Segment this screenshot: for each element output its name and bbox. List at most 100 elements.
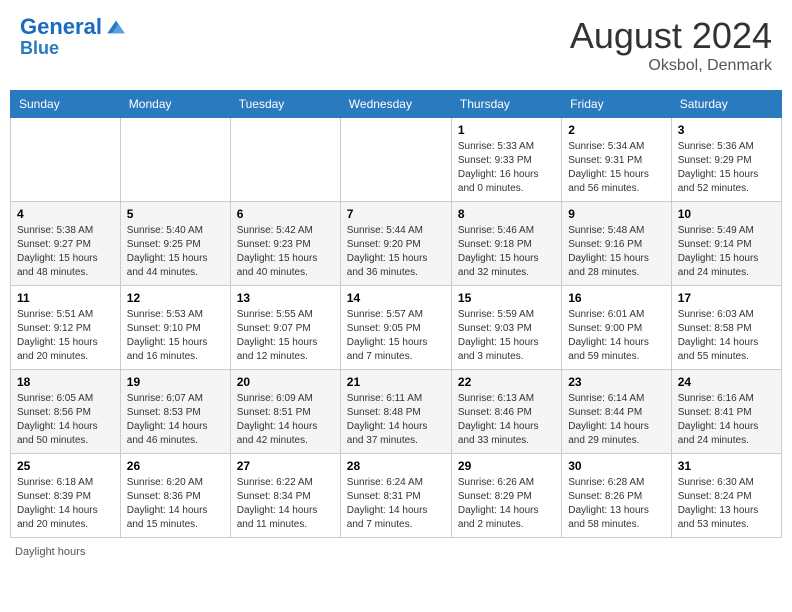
calendar-week-row: 1 Sunrise: 5:33 AMSunset: 9:33 PMDaylight… <box>11 118 782 202</box>
day-number: 8 <box>458 207 555 221</box>
calendar-day-cell: 15Sunrise: 5:59 AMSunset: 9:03 PMDayligh… <box>451 286 561 370</box>
day-info: Sunrise: 6:11 AMSunset: 8:48 PMDaylight:… <box>347 392 445 448</box>
day-info: Sunrise: 5:48 AMSunset: 9:16 PMDaylight:… <box>568 224 664 280</box>
day-info: Sunrise: 5:38 AMSunset: 9:27 PMDaylight:… <box>17 224 114 280</box>
day-number: 21 <box>347 375 445 389</box>
day-number: 3 <box>678 123 775 137</box>
calendar-day-cell: 25 Sunrise: 6:18 AMSunset: 8:39 PMDayligh… <box>11 454 121 538</box>
calendar-day-cell: 30 Sunrise: 6:28 AMSunset: 8:26 PMDayligh… <box>562 454 671 538</box>
day-info: Sunrise: 5:51 AMSunset: 9:12 PMDaylight:… <box>17 308 114 364</box>
day-info: Sunrise: 6:13 AMSunset: 8:46 PMDaylight:… <box>458 392 555 448</box>
day-info: Sunrise: 5:57 AMSunset: 9:05 PMDaylight:… <box>347 308 445 364</box>
calendar-day-header: Thursday <box>451 91 561 118</box>
calendar-day-cell: 1 Sunrise: 5:33 AMSunset: 9:33 PMDaylight… <box>451 118 561 202</box>
day-number: 28 <box>347 459 445 473</box>
calendar-day-cell: 26Sunrise: 6:20 AMSunset: 8:36 PMDayligh… <box>120 454 230 538</box>
calendar-day-cell: 29 Sunrise: 6:26 AMSunset: 8:29 PMDayligh… <box>451 454 561 538</box>
day-info: Sunrise: 5:42 AMSunset: 9:23 PMDaylight:… <box>237 224 334 280</box>
day-number: 24 <box>678 375 775 389</box>
calendar-day-header: Monday <box>120 91 230 118</box>
calendar-day-cell: 24 Sunrise: 6:16 AMSunset: 8:41 PMDayligh… <box>671 370 781 454</box>
calendar-day-header: Saturday <box>671 91 781 118</box>
calendar-day-cell <box>120 118 230 202</box>
day-number: 30 <box>568 459 664 473</box>
logo-icon <box>104 15 128 39</box>
day-info: Sunrise: 6:18 AMSunset: 8:39 PMDaylight:… <box>17 476 114 532</box>
day-info: Sunrise: 6:09 AMSunset: 8:51 PMDaylight:… <box>237 392 334 448</box>
calendar-week-row: 11 Sunrise: 5:51 AMSunset: 9:12 PMDayligh… <box>11 286 782 370</box>
day-number: 16 <box>568 291 664 305</box>
day-number: 20 <box>237 375 334 389</box>
logo-text-blue: Blue <box>20 39 128 59</box>
day-number: 25 <box>17 459 114 473</box>
day-info: Sunrise: 6:24 AMSunset: 8:31 PMDaylight:… <box>347 476 445 532</box>
day-info: Sunrise: 5:59 AMSunset: 9:03 PMDaylight:… <box>458 308 555 364</box>
daylight-label: Daylight hours <box>15 546 85 558</box>
day-info: Sunrise: 6:20 AMSunset: 8:36 PMDaylight:… <box>127 476 224 532</box>
calendar-day-cell: 7Sunrise: 5:44 AMSunset: 9:20 PMDaylight… <box>340 202 451 286</box>
calendar-day-cell: 22 Sunrise: 6:13 AMSunset: 8:46 PMDayligh… <box>451 370 561 454</box>
calendar-day-cell: 31 Sunrise: 6:30 AMSunset: 8:24 PMDayligh… <box>671 454 781 538</box>
calendar-day-cell: 20 Sunrise: 6:09 AMSunset: 8:51 PMDayligh… <box>230 370 340 454</box>
day-info: Sunrise: 6:16 AMSunset: 8:41 PMDaylight:… <box>678 392 775 448</box>
day-info: Sunrise: 5:49 AMSunset: 9:14 PMDaylight:… <box>678 224 775 280</box>
day-info: Sunrise: 6:22 AMSunset: 8:34 PMDaylight:… <box>237 476 334 532</box>
day-info: Sunrise: 5:36 AMSunset: 9:29 PMDaylight:… <box>678 140 775 196</box>
day-number: 4 <box>17 207 114 221</box>
day-number: 18 <box>17 375 114 389</box>
day-number: 10 <box>678 207 775 221</box>
day-info: Sunrise: 6:03 AMSunset: 8:58 PMDaylight:… <box>678 308 775 364</box>
day-number: 6 <box>237 207 334 221</box>
day-number: 2 <box>568 123 664 137</box>
calendar-day-cell: 10 Sunrise: 5:49 AMSunset: 9:14 PMDayligh… <box>671 202 781 286</box>
day-info: Sunrise: 5:34 AMSunset: 9:31 PMDaylight:… <box>568 140 664 196</box>
day-number: 5 <box>127 207 224 221</box>
calendar-day-cell: 19 Sunrise: 6:07 AMSunset: 8:53 PMDayligh… <box>120 370 230 454</box>
day-number: 11 <box>17 291 114 305</box>
day-number: 12 <box>127 291 224 305</box>
calendar-day-cell: 18Sunrise: 6:05 AMSunset: 8:56 PMDayligh… <box>11 370 121 454</box>
day-info: Sunrise: 5:55 AMSunset: 9:07 PMDaylight:… <box>237 308 334 364</box>
calendar-day-cell: 14 Sunrise: 5:57 AMSunset: 9:05 PMDayligh… <box>340 286 451 370</box>
calendar-day-cell: 8 Sunrise: 5:46 AMSunset: 9:18 PMDaylight… <box>451 202 561 286</box>
day-number: 17 <box>678 291 775 305</box>
calendar-day-cell: 16 Sunrise: 6:01 AMSunset: 9:00 PMDayligh… <box>562 286 671 370</box>
calendar-day-cell: 17 Sunrise: 6:03 AMSunset: 8:58 PMDayligh… <box>671 286 781 370</box>
calendar-week-row: 18Sunrise: 6:05 AMSunset: 8:56 PMDayligh… <box>11 370 782 454</box>
calendar-day-cell: 6 Sunrise: 5:42 AMSunset: 9:23 PMDaylight… <box>230 202 340 286</box>
day-info: Sunrise: 5:44 AMSunset: 9:20 PMDaylight:… <box>347 224 445 280</box>
calendar-day-cell <box>230 118 340 202</box>
day-info: Sunrise: 5:46 AMSunset: 9:18 PMDaylight:… <box>458 224 555 280</box>
day-info: Sunrise: 5:33 AMSunset: 9:33 PMDaylight:… <box>458 140 555 196</box>
calendar-day-header: Sunday <box>11 91 121 118</box>
calendar-day-header: Wednesday <box>340 91 451 118</box>
day-number: 29 <box>458 459 555 473</box>
logo-text: General <box>20 15 102 39</box>
day-info: Sunrise: 6:30 AMSunset: 8:24 PMDaylight:… <box>678 476 775 532</box>
day-number: 14 <box>347 291 445 305</box>
month-year-title: August 2024 <box>570 15 772 57</box>
calendar-day-cell: 28 Sunrise: 6:24 AMSunset: 8:31 PMDayligh… <box>340 454 451 538</box>
day-number: 22 <box>458 375 555 389</box>
calendar-day-cell: 2 Sunrise: 5:34 AMSunset: 9:31 PMDaylight… <box>562 118 671 202</box>
calendar-day-header: Tuesday <box>230 91 340 118</box>
calendar-day-cell: 23Sunrise: 6:14 AMSunset: 8:44 PMDayligh… <box>562 370 671 454</box>
day-number: 1 <box>458 123 555 137</box>
calendar-week-row: 4 Sunrise: 5:38 AMSunset: 9:27 PMDaylight… <box>11 202 782 286</box>
day-info: Sunrise: 6:26 AMSunset: 8:29 PMDaylight:… <box>458 476 555 532</box>
day-number: 31 <box>678 459 775 473</box>
day-number: 9 <box>568 207 664 221</box>
calendar-day-cell: 13Sunrise: 5:55 AMSunset: 9:07 PMDayligh… <box>230 286 340 370</box>
day-info: Sunrise: 5:53 AMSunset: 9:10 PMDaylight:… <box>127 308 224 364</box>
day-info: Sunrise: 6:07 AMSunset: 8:53 PMDaylight:… <box>127 392 224 448</box>
day-info: Sunrise: 6:01 AMSunset: 9:00 PMDaylight:… <box>568 308 664 364</box>
day-info: Sunrise: 6:28 AMSunset: 8:26 PMDaylight:… <box>568 476 664 532</box>
calendar-header-row: SundayMondayTuesdayWednesdayThursdayFrid… <box>11 91 782 118</box>
calendar-day-cell: 5Sunrise: 5:40 AMSunset: 9:25 PMDaylight… <box>120 202 230 286</box>
calendar-day-cell: 27 Sunrise: 6:22 AMSunset: 8:34 PMDayligh… <box>230 454 340 538</box>
title-block: August 2024 Oksbol, Denmark <box>570 15 772 75</box>
day-number: 19 <box>127 375 224 389</box>
logo: General Blue <box>20 15 128 59</box>
day-number: 27 <box>237 459 334 473</box>
calendar-day-cell <box>340 118 451 202</box>
